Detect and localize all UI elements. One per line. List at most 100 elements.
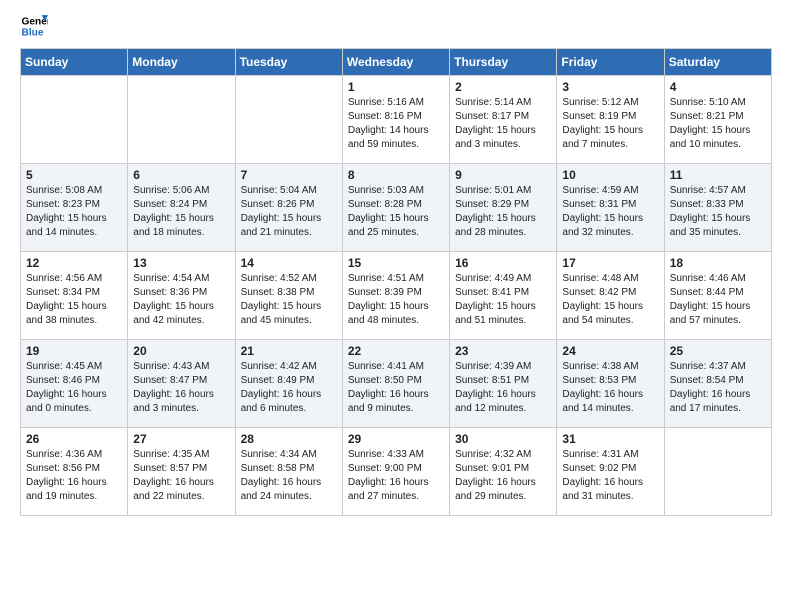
calendar-cell: 14Sunrise: 4:52 AM Sunset: 8:38 PM Dayli… [235, 252, 342, 340]
calendar-cell: 29Sunrise: 4:33 AM Sunset: 9:00 PM Dayli… [342, 428, 449, 516]
day-info: Sunrise: 4:43 AM Sunset: 8:47 PM Dayligh… [133, 360, 229, 416]
calendar-cell: 11Sunrise: 4:57 AM Sunset: 8:33 PM Dayli… [664, 164, 771, 252]
calendar-cell: 12 Sunrise: 4:56 AM Sunset: 8:34 PM Dayli… [21, 252, 128, 340]
day-number: 20 [133, 344, 229, 358]
day-number: 1 [348, 80, 444, 94]
calendar-cell: 1 Sunrise: 5:16 AM Sunset: 8:16 PM Daylig… [342, 76, 449, 164]
calendar-cell: 26 Sunrise: 4:36 AM Sunset: 8:56 PM Dayli… [21, 428, 128, 516]
day-number: 15 [348, 256, 444, 270]
day-number: 26 [26, 432, 122, 446]
day-info: Sunrise: 4:48 AM Sunset: 8:42 PM Dayligh… [562, 272, 658, 328]
svg-text:Blue: Blue [22, 27, 44, 38]
day-number: 10 [562, 168, 658, 182]
weekday-header: Thursday [450, 49, 557, 76]
day-info: Sunrise: 4:49 AM Sunset: 8:41 PM Dayligh… [455, 272, 551, 328]
day-number: 9 [455, 168, 551, 182]
day-info: Sunrise: 5:12 AM Sunset: 8:19 PM Dayligh… [562, 96, 658, 152]
calendar-cell: 24 Sunrise: 4:38 AM Sunset: 8:53 PM Dayli… [557, 340, 664, 428]
day-info: Sunrise: 4:32 AM Sunset: 9:01 PM Dayligh… [455, 448, 551, 504]
day-number: 2 [455, 80, 551, 94]
day-info: Sunrise: 4:54 AM Sunset: 8:36 PM Dayligh… [133, 272, 229, 328]
day-info: Sunrise: 4:51 AM Sunset: 8:39 PM Dayligh… [348, 272, 444, 328]
calendar-cell: 9Sunrise: 5:01 AM Sunset: 8:29 PM Daylig… [450, 164, 557, 252]
day-number: 16 [455, 256, 551, 270]
weekday-header: Saturday [664, 49, 771, 76]
weekday-header: Friday [557, 49, 664, 76]
calendar-cell [235, 76, 342, 164]
calendar-cell: 13 Sunrise: 4:54 AM Sunset: 8:36 PM Dayli… [128, 252, 235, 340]
day-info: Sunrise: 4:46 AM Sunset: 8:44 PM Dayligh… [670, 272, 766, 328]
calendar-cell [664, 428, 771, 516]
day-number: 13 [133, 256, 229, 270]
day-info: Sunrise: 4:39 AM Sunset: 8:51 PM Dayligh… [455, 360, 551, 416]
day-info: Sunrise: 4:41 AM Sunset: 8:50 PM Dayligh… [348, 360, 444, 416]
calendar-cell [128, 76, 235, 164]
day-number: 30 [455, 432, 551, 446]
day-number: 22 [348, 344, 444, 358]
calendar-header-row: SundayMondayTuesdayWednesdayThursdayFrid… [21, 49, 772, 76]
calendar-week-row: 5 Sunrise: 5:08 AM Sunset: 8:23 PM Daylig… [21, 164, 772, 252]
calendar-week-row: 1 Sunrise: 5:16 AM Sunset: 8:16 PM Daylig… [21, 76, 772, 164]
calendar-cell: 15 Sunrise: 4:51 AM Sunset: 8:39 PM Dayli… [342, 252, 449, 340]
day-info: Sunrise: 4:35 AM Sunset: 8:57 PM Dayligh… [133, 448, 229, 504]
calendar-cell: 31 Sunrise: 4:31 AM Sunset: 9:02 PM Dayli… [557, 428, 664, 516]
day-info: Sunrise: 4:56 AM Sunset: 8:34 PM Dayligh… [26, 272, 122, 328]
day-number: 4 [670, 80, 766, 94]
calendar-cell [21, 76, 128, 164]
day-info: Sunrise: 5:04 AM Sunset: 8:26 PM Dayligh… [241, 184, 337, 240]
calendar-cell: 27 Sunrise: 4:35 AM Sunset: 8:57 PM Dayli… [128, 428, 235, 516]
day-number: 19 [26, 344, 122, 358]
calendar-cell: 25 Sunrise: 4:37 AM Sunset: 8:54 PM Dayli… [664, 340, 771, 428]
logo: General Blue [20, 12, 52, 40]
day-number: 17 [562, 256, 658, 270]
calendar-cell: 21 Sunrise: 4:42 AM Sunset: 8:49 PM Dayli… [235, 340, 342, 428]
day-info: Sunrise: 4:34 AM Sunset: 8:58 PM Dayligh… [241, 448, 337, 504]
day-info: Sunrise: 4:38 AM Sunset: 8:53 PM Dayligh… [562, 360, 658, 416]
day-number: 25 [670, 344, 766, 358]
day-info: Sunrise: 4:37 AM Sunset: 8:54 PM Dayligh… [670, 360, 766, 416]
calendar-cell: 6Sunrise: 5:06 AM Sunset: 8:24 PM Daylig… [128, 164, 235, 252]
day-info: Sunrise: 4:59 AM Sunset: 8:31 PM Dayligh… [562, 184, 658, 240]
day-number: 18 [670, 256, 766, 270]
day-number: 12 [26, 256, 122, 270]
calendar-cell: 2Sunrise: 5:14 AM Sunset: 8:17 PM Daylig… [450, 76, 557, 164]
calendar-cell: 23Sunrise: 4:39 AM Sunset: 8:51 PM Dayli… [450, 340, 557, 428]
day-info: Sunrise: 4:31 AM Sunset: 9:02 PM Dayligh… [562, 448, 658, 504]
day-number: 21 [241, 344, 337, 358]
day-number: 8 [348, 168, 444, 182]
day-number: 29 [348, 432, 444, 446]
day-info: Sunrise: 4:42 AM Sunset: 8:49 PM Dayligh… [241, 360, 337, 416]
day-number: 24 [562, 344, 658, 358]
day-info: Sunrise: 5:08 AM Sunset: 8:23 PM Dayligh… [26, 184, 122, 240]
calendar-cell: 19Sunrise: 4:45 AM Sunset: 8:46 PM Dayli… [21, 340, 128, 428]
day-number: 5 [26, 168, 122, 182]
calendar-week-row: 19Sunrise: 4:45 AM Sunset: 8:46 PM Dayli… [21, 340, 772, 428]
calendar-cell: 10 Sunrise: 4:59 AM Sunset: 8:31 PM Dayli… [557, 164, 664, 252]
day-number: 28 [241, 432, 337, 446]
calendar-cell: 30 Sunrise: 4:32 AM Sunset: 9:01 PM Dayli… [450, 428, 557, 516]
day-info: Sunrise: 5:16 AM Sunset: 8:16 PM Dayligh… [348, 96, 444, 152]
calendar-cell: 4 Sunrise: 5:10 AM Sunset: 8:21 PM Daylig… [664, 76, 771, 164]
weekday-header: Tuesday [235, 49, 342, 76]
day-info: Sunrise: 4:57 AM Sunset: 8:33 PM Dayligh… [670, 184, 766, 240]
calendar-week-row: 26 Sunrise: 4:36 AM Sunset: 8:56 PM Dayli… [21, 428, 772, 516]
page-header: General Blue [0, 0, 792, 44]
day-number: 7 [241, 168, 337, 182]
day-info: Sunrise: 4:36 AM Sunset: 8:56 PM Dayligh… [26, 448, 122, 504]
day-info: Sunrise: 4:52 AM Sunset: 8:38 PM Dayligh… [241, 272, 337, 328]
calendar-cell: 7 Sunrise: 5:04 AM Sunset: 8:26 PM Daylig… [235, 164, 342, 252]
calendar-cell: 28 Sunrise: 4:34 AM Sunset: 8:58 PM Dayli… [235, 428, 342, 516]
logo-icon: General Blue [20, 12, 48, 40]
calendar-cell: 17 Sunrise: 4:48 AM Sunset: 8:42 PM Dayli… [557, 252, 664, 340]
day-number: 6 [133, 168, 229, 182]
day-info: Sunrise: 5:03 AM Sunset: 8:28 PM Dayligh… [348, 184, 444, 240]
calendar-cell: 20 Sunrise: 4:43 AM Sunset: 8:47 PM Dayli… [128, 340, 235, 428]
day-info: Sunrise: 5:10 AM Sunset: 8:21 PM Dayligh… [670, 96, 766, 152]
weekday-header: Sunday [21, 49, 128, 76]
weekday-header: Monday [128, 49, 235, 76]
day-number: 3 [562, 80, 658, 94]
calendar-week-row: 12 Sunrise: 4:56 AM Sunset: 8:34 PM Dayli… [21, 252, 772, 340]
day-number: 27 [133, 432, 229, 446]
day-number: 31 [562, 432, 658, 446]
calendar-cell: 16 Sunrise: 4:49 AM Sunset: 8:41 PM Dayli… [450, 252, 557, 340]
